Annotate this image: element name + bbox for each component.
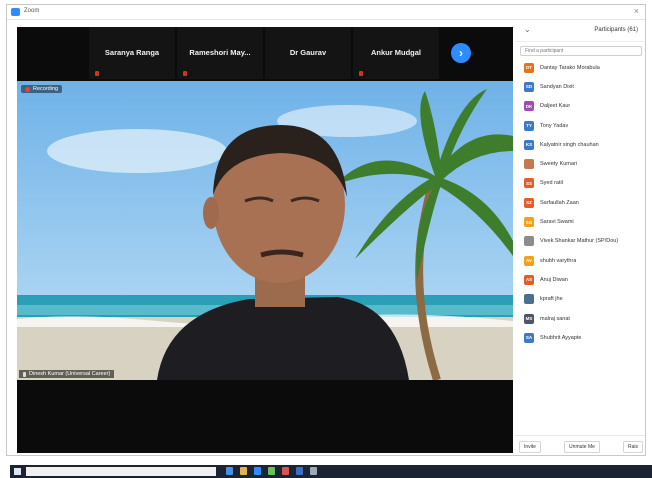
participant-avatar: TY bbox=[524, 120, 534, 131]
collapse-icon[interactable]: ⌄ bbox=[524, 25, 531, 34]
speaker-name: Dinesh Kumar (Universal Career) bbox=[29, 371, 111, 377]
participants-header: ⌄ Participants (61) bbox=[515, 21, 645, 42]
participant-name: Sandyan Dixit bbox=[540, 83, 574, 90]
participant-avatar: DK bbox=[524, 101, 534, 112]
participant-row[interactable]: KS Kalyatnir singh chauhan bbox=[515, 135, 645, 154]
participant-row[interactable]: MS malraj sanat bbox=[515, 309, 645, 328]
participant-row[interactable]: AV shubh varythra bbox=[515, 251, 645, 270]
taskbar-app-icon[interactable] bbox=[226, 467, 233, 475]
participant-name: Sarfaullah Zaan bbox=[540, 199, 579, 206]
participant-name: Vivek Shankar Mathur (SP/Dou) bbox=[540, 238, 619, 245]
participant-thumbnail[interactable]: Saranya Ranga bbox=[89, 27, 175, 79]
participant-avatar: AS bbox=[524, 274, 534, 285]
participant-name: kpraft jhe bbox=[540, 296, 563, 303]
participant-name: Syed ratil bbox=[540, 180, 563, 187]
video-frame bbox=[17, 81, 513, 380]
microphone-muted-icon bbox=[95, 71, 99, 76]
participant-name: Shubhrit Ayyapte bbox=[540, 334, 582, 341]
thumbnail-name: Dr Gaurav bbox=[289, 48, 327, 57]
participant-name: shubh varythra bbox=[540, 257, 577, 264]
next-page-button[interactable]: › bbox=[451, 43, 471, 63]
participant-photo bbox=[524, 159, 534, 170]
participant-row[interactable]: Vivek Shankar Mathur (SP/Dou) bbox=[515, 232, 645, 251]
participants-list: DT Dantay Tarako Morabula SD Sandyan Dixit D… bbox=[515, 58, 645, 347]
windows-taskbar bbox=[10, 465, 652, 478]
thumbnail-name: Ankur Mudgal bbox=[371, 48, 421, 57]
participant-name: Tony Yadav bbox=[540, 122, 569, 129]
taskbar-app-icon[interactable] bbox=[268, 467, 275, 475]
participant-row[interactable]: SZ Sarfaullah Zaan bbox=[515, 193, 645, 212]
taskbar-app-icon[interactable] bbox=[240, 467, 247, 475]
participant-avatar: SD bbox=[524, 81, 534, 92]
participant-row[interactable]: SD Sandyan Dixit bbox=[515, 77, 645, 96]
participant-name: Kalyatnir singh chauhan bbox=[540, 141, 599, 148]
participant-avatar: SA bbox=[524, 332, 534, 343]
participant-photo bbox=[524, 294, 534, 305]
participant-avatar: AV bbox=[524, 255, 534, 266]
participant-avatar: DT bbox=[524, 62, 534, 73]
meeting-area: Saranya Ranga Rameshori May... Dr Gaurav… bbox=[17, 27, 513, 453]
participant-row[interactable]: SS Syed ratil bbox=[515, 174, 645, 193]
chevron-right-icon: › bbox=[459, 46, 463, 60]
invite-button[interactable]: Invite bbox=[519, 440, 541, 453]
participant-avatar: KS bbox=[524, 139, 534, 150]
video-thumbnail-strip: Saranya Ranga Rameshori May... Dr Gaurav… bbox=[89, 27, 491, 79]
participant-name: Daljeet Kaur bbox=[540, 103, 571, 110]
participant-row[interactable]: SG Saravi Swami bbox=[515, 212, 645, 231]
participants-footer: Invite Unmute Me Rais bbox=[515, 435, 645, 455]
participant-row[interactable]: AS Anuj Diwan bbox=[515, 270, 645, 289]
participant-avatar: SZ bbox=[524, 197, 534, 208]
microphone-muted-icon bbox=[183, 71, 187, 76]
window-close-button[interactable]: × bbox=[634, 6, 639, 16]
taskbar-icons bbox=[226, 467, 324, 475]
title-bar: Zoom × bbox=[7, 5, 645, 20]
participant-row[interactable]: TY Tony Yadav bbox=[515, 116, 645, 135]
recording-label: Recording bbox=[33, 86, 59, 92]
participant-thumbnail[interactable]: Rameshori May... bbox=[177, 27, 263, 79]
participant-avatar: SS bbox=[524, 178, 534, 189]
zoom-window: Zoom × Saranya Ranga Rameshori May... Dr… bbox=[6, 4, 646, 456]
recording-dot-icon bbox=[25, 86, 30, 92]
participant-name: Saravi Swami bbox=[540, 219, 574, 226]
participant-name: Dantay Tarako Morabula bbox=[540, 64, 600, 71]
participant-search-input[interactable] bbox=[520, 46, 642, 56]
main-speaker-video: Recording Dinesh Kumar (Universal Career… bbox=[17, 81, 513, 380]
participant-name: Anuj Diwan bbox=[540, 276, 568, 283]
thumbnail-name: Rameshori May... bbox=[189, 48, 251, 57]
participant-row[interactable]: DK Daljeet Kaur bbox=[515, 97, 645, 116]
unmute-me-button[interactable]: Unmute Me bbox=[564, 440, 600, 453]
microphone-muted-icon bbox=[359, 71, 363, 76]
participant-photo bbox=[524, 236, 534, 247]
participant-avatar: SG bbox=[524, 217, 534, 228]
zoom-app-icon bbox=[11, 8, 20, 16]
taskbar-app-icon[interactable] bbox=[282, 467, 289, 475]
taskbar-app-icon[interactable] bbox=[296, 467, 303, 475]
participant-avatar: MS bbox=[524, 313, 534, 324]
participant-row[interactable]: SA Shubhrit Ayyapte bbox=[515, 328, 645, 347]
window-title: Zoom bbox=[24, 8, 40, 14]
participants-panel: ⌄ Participants (61) DT Dantay Tarako Mora… bbox=[515, 21, 645, 455]
participant-row[interactable]: Sweety Kumari bbox=[515, 154, 645, 173]
participant-name: Sweety Kumari bbox=[540, 161, 577, 168]
taskbar-app-icon[interactable] bbox=[254, 467, 261, 475]
participant-thumbnail[interactable]: Dr Gaurav bbox=[265, 27, 351, 79]
raise-hand-button[interactable]: Rais bbox=[622, 440, 643, 453]
speaker-name-tag: Dinesh Kumar (Universal Career) bbox=[19, 370, 115, 378]
thumbnail-name: Saranya Ranga bbox=[104, 48, 160, 57]
recording-indicator: Recording bbox=[21, 85, 63, 93]
taskbar-search-box[interactable] bbox=[26, 467, 216, 476]
participant-row[interactable]: DT Dantay Tarako Morabula bbox=[515, 58, 645, 77]
participant-thumbnail[interactable]: Ankur Mudgal bbox=[353, 27, 439, 79]
windows-start-icon[interactable] bbox=[14, 468, 21, 475]
taskbar-app-icon[interactable] bbox=[310, 467, 317, 475]
meeting-black-area bbox=[17, 380, 513, 453]
participant-row[interactable]: kpraft jhe bbox=[515, 290, 645, 309]
participants-title: Participants (61) bbox=[594, 27, 638, 33]
microphone-icon bbox=[23, 371, 26, 377]
participant-name: malraj sanat bbox=[540, 315, 570, 322]
